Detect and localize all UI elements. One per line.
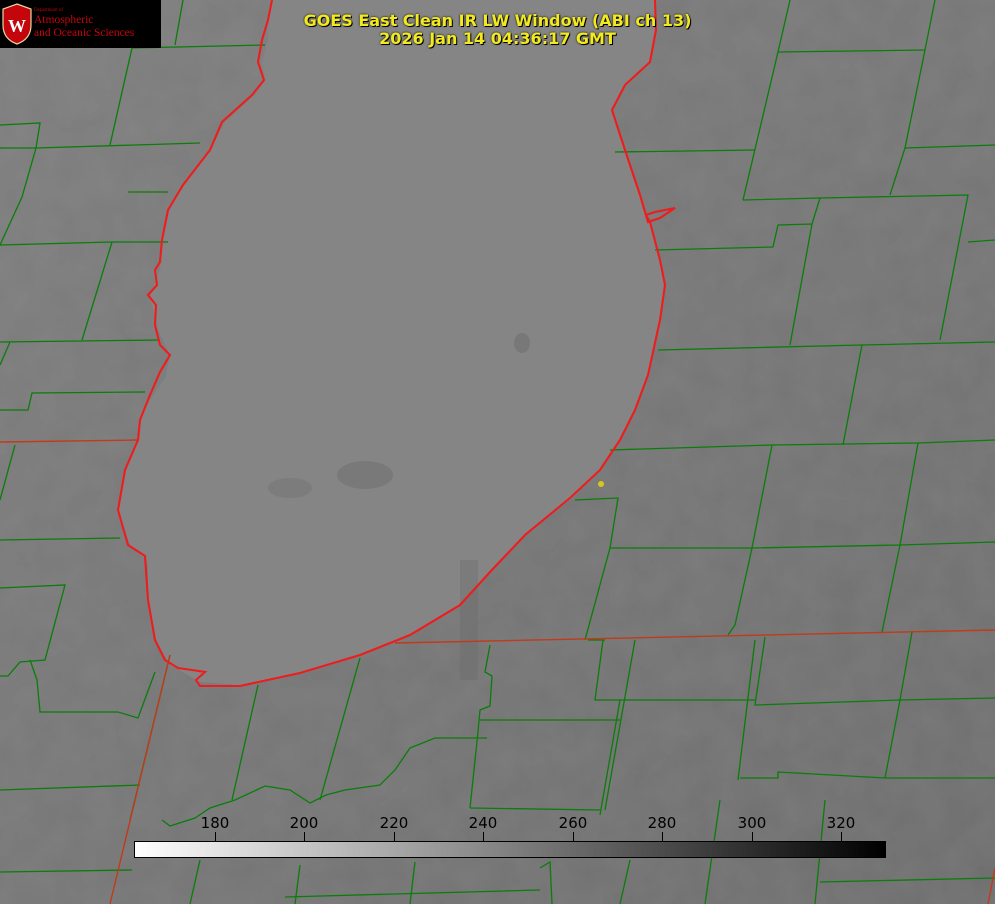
colorbar-tick-label: 240	[468, 814, 498, 832]
lake-dark-patch	[514, 333, 530, 353]
image-timestamp: 2026 Jan 14 04:36:17 GMT	[379, 29, 616, 48]
colorbar-tick-label: 280	[647, 814, 677, 832]
colorbar-tick-label: 220	[379, 814, 409, 832]
colorbar-tick	[394, 832, 395, 841]
colorbar-tick	[215, 832, 216, 841]
colorbar-tick-label: 300	[737, 814, 767, 832]
location-marker	[598, 481, 604, 487]
land-streak	[460, 560, 478, 680]
colorbar-tick	[662, 832, 663, 841]
satellite-map: W Department of Atmospheric and Oceanic …	[0, 0, 995, 904]
colorbar-tick	[483, 832, 484, 841]
colorbar-tick-label: 320	[826, 814, 856, 832]
temperature-colorbar	[134, 841, 886, 858]
lake-dark-patch	[337, 461, 393, 489]
colorbar-tick-label: 180	[200, 814, 230, 832]
colorbar-tick	[752, 832, 753, 841]
image-title: GOES East Clean IR LW Window (ABI ch 13)	[303, 11, 692, 30]
colorbar-tick	[573, 832, 574, 841]
colorbar-tick-label: 200	[289, 814, 319, 832]
map-canvas	[0, 0, 995, 904]
lake-dark-patch	[268, 478, 312, 498]
colorbar-tick-label: 260	[558, 814, 588, 832]
colorbar-tick	[841, 832, 842, 841]
colorbar-tick	[304, 832, 305, 841]
